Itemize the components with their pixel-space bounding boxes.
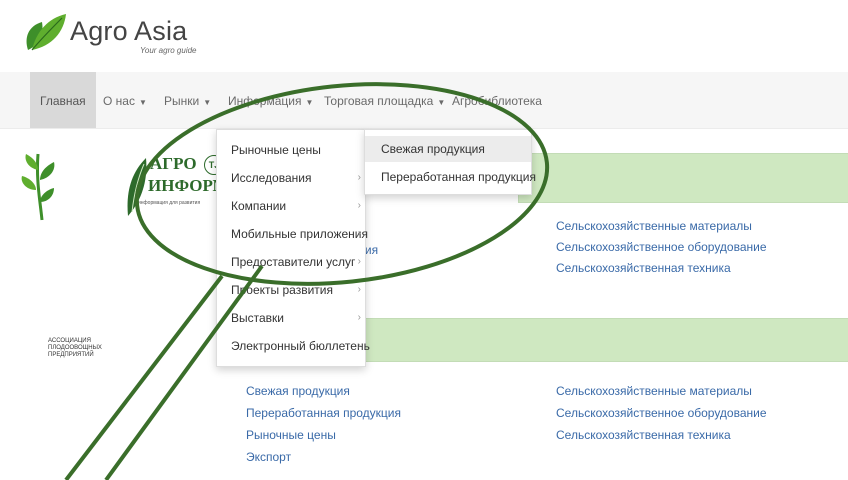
caret-down-icon: ▼ [203, 98, 212, 107]
submenu-item-fresh[interactable]: Свежая продукция [365, 136, 531, 162]
nav-markets[interactable]: Рынки ▼ [164, 72, 211, 128]
association-name: Ассоциация плодоовощных предприятий [48, 338, 102, 358]
nav-info-label: Информация [228, 94, 302, 108]
association-logo[interactable]: Ассоциация плодоовощных предприятий [18, 150, 108, 358]
brand-name: Agro Asia [70, 16, 188, 46]
section2-link-machinery[interactable]: Сельскохозяйственная техника [556, 428, 731, 442]
menu-item-dev-projects[interactable]: Проекты развития [231, 283, 333, 297]
section-header-bar [518, 153, 848, 203]
section1-link-materials[interactable]: Сельскохозяйственные материалы [556, 219, 752, 233]
nav-info[interactable]: Информация ▼ [228, 72, 313, 128]
section2-link-export[interactable]: Экспорт [246, 450, 291, 464]
section2-link-fresh[interactable]: Свежая продукция [246, 384, 350, 398]
market-prices-submenu: Свежая продукция Переработанная продукци… [364, 129, 536, 195]
chevron-right-icon: › [357, 312, 361, 323]
submenu-item-processed[interactable]: Переработанная продукция [365, 164, 536, 190]
menu-item-mobile-apps[interactable]: Мобильные приложения [231, 227, 368, 241]
caret-down-icon: ▼ [437, 98, 446, 107]
section1-link-equipment[interactable]: Сельскохозяйственное оборудование [556, 240, 767, 254]
section2-link-processed[interactable]: Переработанная продукция [246, 406, 401, 420]
callout-line [64, 274, 224, 480]
menu-item-companies[interactable]: Компании [231, 199, 286, 213]
menu-item-newsletter[interactable]: Электронный бюллетень [231, 339, 370, 353]
chevron-right-icon: › [357, 200, 361, 211]
section2-link-equipment[interactable]: Сельскохозяйственное оборудование [556, 406, 767, 420]
site-logo[interactable]: Agro Asia Your agro guide [22, 10, 242, 60]
chevron-right-icon: › [357, 340, 361, 351]
nav-library-label: Агробиблиотека [452, 94, 542, 108]
leaf-green-icon [127, 158, 147, 216]
main-navbar: Главная О нас ▼ Рынки ▼ Информация ▼ Торгов… [0, 72, 848, 129]
nav-about[interactable]: О нас ▼ [103, 72, 147, 128]
nav-library[interactable]: Агробиблиотека [452, 72, 542, 128]
agroinform-logo[interactable]: АГРО TJ ИНФОРМ информация для развития [124, 152, 229, 222]
agroinform-top: АГРО [150, 154, 197, 173]
caret-down-icon: ▼ [138, 98, 147, 107]
brand-tagline: Your agro guide [140, 46, 197, 55]
chevron-right-icon: › [357, 284, 361, 295]
menu-item-exhibitions[interactable]: Выставки [231, 311, 284, 325]
agroinform-subtitle: информация для развития [138, 200, 201, 206]
menu-item-research[interactable]: Исследования [231, 171, 311, 185]
section1-link-machinery[interactable]: Сельскохозяйственная техника [556, 261, 731, 275]
chevron-right-icon: › [357, 256, 361, 267]
leaf-logo-icon [26, 14, 66, 51]
wheat-logo-icon [21, 153, 55, 221]
menu-item-market-prices[interactable]: Рыночные цены [231, 143, 321, 157]
nav-trade-label: Торговая площадка [324, 94, 434, 108]
nav-about-label: О нас [103, 94, 135, 108]
chevron-right-icon: › [357, 172, 361, 183]
chevron-right-icon: › [357, 228, 361, 239]
info-dropdown-menu: Рыночные цены Исследования › Компании › … [216, 129, 370, 367]
nav-trade[interactable]: Торговая площадка ▼ [324, 72, 445, 128]
nav-home[interactable]: Главная [30, 72, 96, 128]
nav-markets-label: Рынки [164, 94, 200, 108]
caret-down-icon: ▼ [305, 98, 314, 107]
section2-link-materials[interactable]: Сельскохозяйственные материалы [556, 384, 752, 398]
nav-home-label: Главная [40, 94, 86, 108]
menu-item-service-providers[interactable]: Предоставители услуг [231, 255, 355, 269]
section2-link-prices[interactable]: Рыночные цены [246, 428, 336, 442]
